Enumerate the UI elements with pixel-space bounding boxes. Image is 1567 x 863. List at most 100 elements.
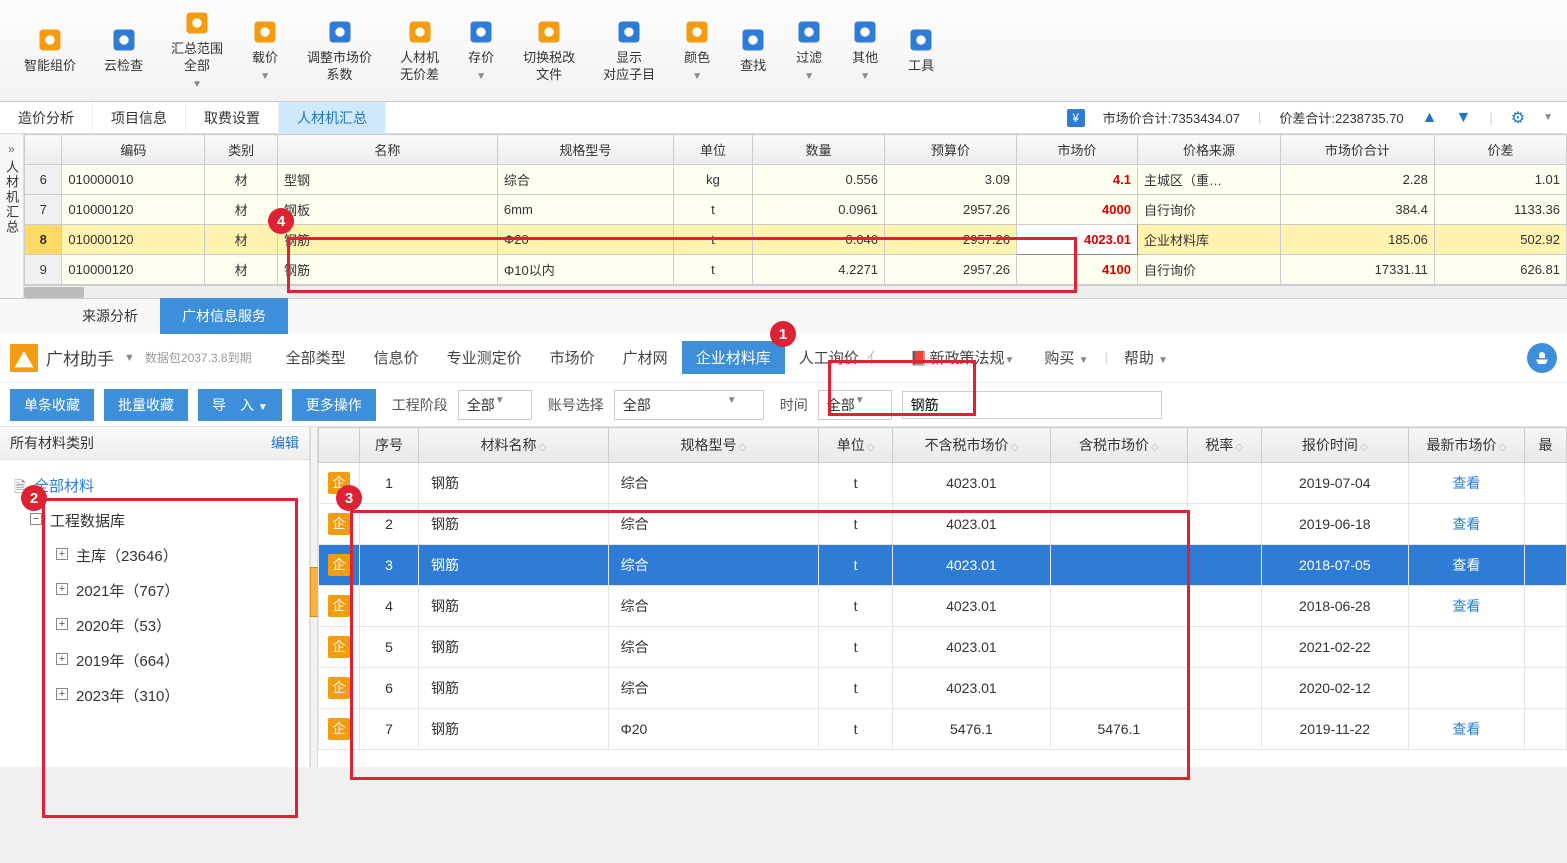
result-header[interactable]: 序号 [360,428,419,463]
grid-header[interactable]: 市场价合计 [1280,135,1434,165]
plus-icon[interactable]: + [56,548,68,560]
splitter-handle[interactable] [310,427,318,767]
grid-header[interactable]: 价差 [1434,135,1566,165]
result-header[interactable]: 规格型号◇ [608,428,819,463]
plus-icon[interactable]: + [56,583,68,595]
table-row[interactable]: 8010000120材钢筋Φ20t0.0462957.264023.01企业材料… [25,225,1567,255]
type-tab[interactable]: 人工询价 亻 [785,341,896,374]
import-button[interactable]: 导 入 ▼ [198,389,282,421]
result-header[interactable]: 报价时间◇ [1261,428,1408,463]
toolbar-item[interactable]: 人材机无价差 [386,6,453,95]
result-row[interactable]: 企1钢筋综合t4023.012019-07-04查看 [319,463,1567,504]
results-grid[interactable]: 序号材料名称◇规格型号◇单位◇不含税市场价◇含税市场价◇税率◇报价时间◇最新市场… [318,427,1567,750]
sort-icon[interactable]: ◇ [867,442,875,453]
tree-item[interactable]: −工程数据库 [0,503,309,538]
help-dropdown[interactable]: 帮助 ▼ [1110,341,1182,374]
toolbar-item[interactable]: 过滤▼ [781,6,837,95]
table-row[interactable]: 9010000120材钢筋Φ10以内t4.22712957.264100自行询价… [25,255,1567,285]
stage-select[interactable]: 全部 ▼ [458,390,532,420]
result-header[interactable] [319,428,360,463]
subtab[interactable]: 造价分析 [0,102,93,134]
tree-item[interactable]: +2020年（53） [0,608,309,643]
toolbar-item[interactable]: 调整市场价系数 [293,6,386,95]
sort-icon[interactable]: ◇ [538,442,546,453]
result-row[interactable]: 企2钢筋综合t4023.012019-06-18查看 [319,504,1567,545]
toolbar-item[interactable]: 汇总范围全部▼ [157,6,237,95]
plus-icon[interactable]: + [56,618,68,630]
tree-item[interactable]: +2019年（664） [0,643,309,678]
result-header[interactable]: 材料名称◇ [419,428,609,463]
grid-header[interactable]: 数量 [753,135,885,165]
arrow-up-icon[interactable]: ▲ [1422,109,1438,127]
type-tab[interactable]: 信息价 [360,341,433,374]
sort-icon[interactable]: ◇ [1151,442,1159,453]
toolbar-item[interactable]: 工具 [893,6,949,95]
side-vertical-tab[interactable]: » 人材机汇总 [0,134,24,298]
plus-icon[interactable]: + [56,688,68,700]
toolbar-item[interactable]: 其他▼ [837,6,893,95]
view-link[interactable]: 查看 [1452,557,1480,573]
grid-header[interactable]: 规格型号 [497,135,673,165]
settings-icon[interactable]: ⚙ [1511,108,1525,128]
minus-icon[interactable]: − [30,513,42,525]
view-link[interactable]: 查看 [1452,475,1480,491]
tree-item[interactable]: +主库（23646） [0,538,309,573]
time-select[interactable]: 全部 ▼ [818,390,892,420]
toolbar-item[interactable]: 切换税改文件 [509,6,589,95]
toolbar-item[interactable]: 查找 [725,6,781,95]
result-row[interactable]: 企4钢筋综合t4023.012018-06-28查看 [319,586,1567,627]
view-link[interactable]: 查看 [1452,721,1480,737]
view-link[interactable]: 查看 [1452,598,1480,614]
subtab[interactable]: 人材机汇总 [279,102,386,134]
type-tab[interactable]: 全部类型 [272,341,360,374]
toolbar-item[interactable]: 载价▼ [237,6,293,95]
horizontal-scrollbar[interactable] [24,285,1567,298]
sort-icon[interactable]: ◇ [1235,442,1243,453]
plus-icon[interactable]: + [56,653,68,665]
arrow-down-icon[interactable]: ▼ [1456,109,1472,127]
grid-header[interactable]: 市场价 [1017,135,1138,165]
result-row[interactable]: 企3钢筋综合t4023.012018-07-05查看 [319,545,1567,586]
sort-icon[interactable]: ◇ [1360,442,1368,453]
result-header[interactable]: 单位◇ [819,428,893,463]
sort-icon[interactable]: ◇ [739,442,747,453]
grid-header[interactable]: 名称 [277,135,497,165]
grid-header[interactable]: 价格来源 [1137,135,1280,165]
avatar-icon[interactable] [1527,343,1557,373]
type-tab[interactable]: 📕新政策法规▼ [896,341,1028,374]
type-tab[interactable]: 专业测定价 [433,341,536,374]
toolbar-item[interactable]: 显示对应子目 [589,6,669,95]
type-tab[interactable]: 企业材料库 [682,341,785,374]
more-ops-button[interactable]: 更多操作 [292,389,376,421]
search-input[interactable] [902,391,1162,419]
toolbar-item[interactable]: 颜色▼ [669,6,725,95]
buy-dropdown[interactable]: 购买 ▼ [1030,341,1102,374]
batch-collect-button[interactable]: 批量收藏 [104,389,188,421]
view-link[interactable]: 查看 [1452,516,1480,532]
tree-item[interactable]: +2023年（310） [0,678,309,713]
sort-icon[interactable]: ◇ [1011,442,1019,453]
type-tab[interactable]: 市场价 [536,341,609,374]
result-row[interactable]: 企5钢筋综合t4023.012021-02-22 [319,627,1567,668]
table-row[interactable]: 7010000120材钢板6mmt0.09612957.264000自行询价38… [25,195,1567,225]
type-tab[interactable]: 广材网 [609,341,682,374]
account-select[interactable]: 全部 ▼ [614,390,764,420]
subtab[interactable]: 项目信息 [93,102,186,134]
grid-header[interactable]: 预算价 [885,135,1017,165]
tree-item[interactable]: +2021年（767） [0,573,309,608]
bottom-tab[interactable]: 广材信息服务 [160,298,288,334]
toolbar-item[interactable]: 存价▼ [453,6,509,95]
tree-edit-button[interactable]: 编辑 [271,433,299,453]
sort-icon[interactable]: ◇ [1499,442,1507,453]
result-header[interactable]: 税率◇ [1187,428,1261,463]
expand-side-icon[interactable]: » [8,142,15,156]
table-row[interactable]: 6010000010材型钢综合kg0.5563.094.1主城区（重…2.281… [25,165,1567,195]
grid-header[interactable]: 单位 [673,135,752,165]
result-header[interactable]: 最新市场价◇ [1408,428,1524,463]
gc-title[interactable]: 广材助手 [46,345,114,370]
result-header[interactable]: 含税市场价◇ [1050,428,1187,463]
grid-header[interactable]: 编码 [62,135,205,165]
toolbar-item[interactable]: 智能组价 [10,6,90,95]
toolbar-item[interactable]: 云检查 [90,6,157,95]
grid-header[interactable]: 类别 [205,135,278,165]
